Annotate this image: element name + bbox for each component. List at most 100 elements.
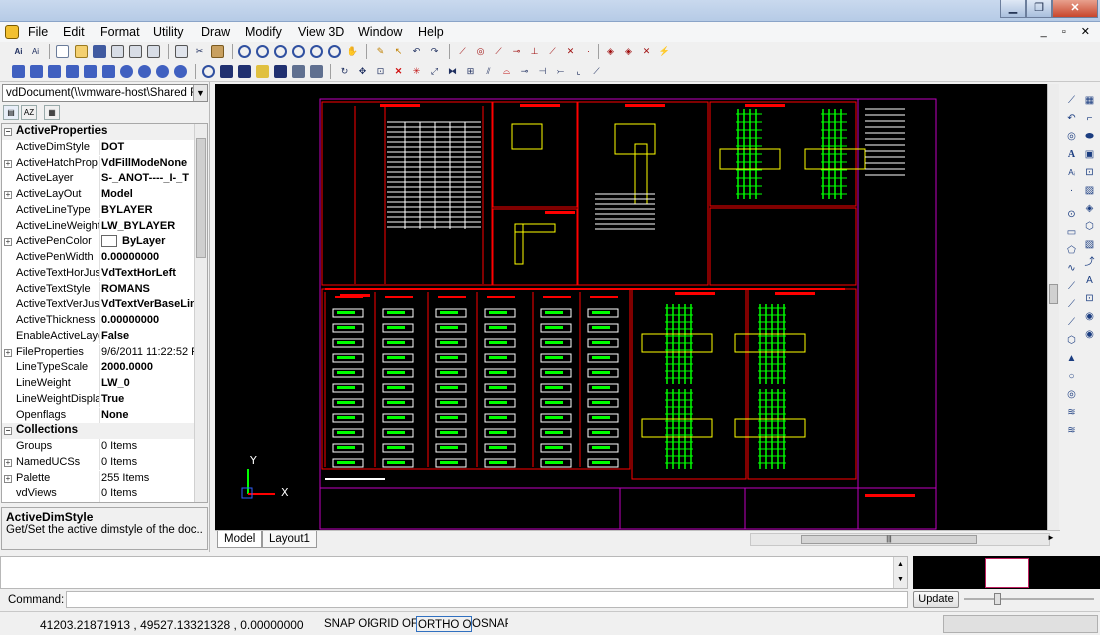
property-row[interactable]: + ActivePenColor ByLayer bbox=[2, 234, 195, 250]
property-value[interactable]: Model bbox=[101, 187, 195, 203]
property-row[interactable]: ActiveDimStyle DOT bbox=[2, 139, 195, 156]
scrollbar-thumb[interactable]: ||| bbox=[801, 535, 977, 544]
expand-icon[interactable]: + bbox=[4, 474, 12, 483]
rotate-icon[interactable]: ↻ bbox=[338, 65, 351, 78]
block-icon[interactable]: ▣ bbox=[1083, 148, 1096, 161]
wire-3d-icon[interactable] bbox=[310, 65, 323, 78]
categorized-icon[interactable]: ▤ bbox=[3, 105, 19, 120]
dimension-icon[interactable]: ⊡ bbox=[1083, 292, 1096, 305]
scale-icon[interactable]: ⤢ bbox=[428, 65, 441, 78]
property-value[interactable]: LW_BYLAYER bbox=[101, 219, 195, 235]
open-folder-icon[interactable] bbox=[75, 45, 88, 58]
property-value[interactable]: 0 Items bbox=[101, 486, 195, 502]
region-icon[interactable]: ◈ bbox=[1083, 202, 1096, 215]
image-icon[interactable]: ▧ bbox=[1083, 238, 1096, 251]
redo-icon[interactable]: ↷ bbox=[428, 45, 441, 58]
property-value[interactable]: 0.00000000 bbox=[101, 250, 195, 266]
mtext-icon[interactable]: Aᵢ bbox=[1065, 166, 1078, 179]
menu-help[interactable]: Help bbox=[418, 25, 444, 39]
alphabetical-icon[interactable]: AZ bbox=[21, 105, 37, 120]
copy-entity-icon[interactable]: ⊡ bbox=[374, 65, 387, 78]
rectangle-icon[interactable]: ▭ bbox=[1065, 226, 1078, 239]
snap-none-icon[interactable]: ⚡ bbox=[658, 45, 671, 58]
property-row[interactable]: vdViews 0 Items bbox=[2, 486, 195, 502]
surface-icon[interactable]: ≋ bbox=[1065, 406, 1078, 419]
scroll-right-icon[interactable]: ► bbox=[1047, 533, 1055, 542]
property-row[interactable]: ActiveThickness 0.00000000 bbox=[2, 313, 195, 329]
view-front-icon[interactable] bbox=[12, 65, 25, 78]
property-row[interactable]: EnableActiveLaye False bbox=[2, 328, 195, 345]
render-icon[interactable] bbox=[238, 65, 251, 78]
property-category[interactable]: − ActiveProperties bbox=[2, 124, 195, 140]
property-row[interactable]: ActiveLayer S-_ANOT----_I-_T bbox=[2, 171, 195, 187]
extend-icon[interactable]: ⊣ bbox=[536, 65, 549, 78]
snap-intersection-icon[interactable]: ✕ bbox=[564, 45, 577, 58]
stretch-icon[interactable]: ⌓ bbox=[500, 65, 513, 78]
menu-window[interactable]: Window bbox=[358, 25, 402, 39]
cad-drawing[interactable]: YX bbox=[215, 84, 1047, 530]
xline-icon[interactable]: ⟋ bbox=[1065, 298, 1078, 311]
document-selector[interactable]: vdDocument(\\vmware-host\Shared Fol ▼ bbox=[2, 84, 208, 102]
tab-model[interactable]: Model bbox=[217, 531, 263, 548]
property-value[interactable]: 0 Items bbox=[101, 455, 195, 471]
point-icon[interactable]: · bbox=[1065, 184, 1078, 197]
property-grid[interactable]: − ActiveProperties ActiveDimStyle DOT + Activ… bbox=[1, 123, 208, 503]
spline-icon[interactable]: ∿ bbox=[1065, 262, 1078, 275]
leader-icon[interactable]: ⤴ bbox=[1083, 256, 1096, 269]
app-icon[interactable] bbox=[5, 25, 19, 39]
property-row[interactable]: + ActiveHatchProp VdFillModeNone bbox=[2, 155, 195, 172]
minimize-button[interactable]: ▁ bbox=[1000, 0, 1026, 18]
command-history-scrollbar[interactable]: ▲ ▼ bbox=[893, 557, 907, 588]
snap-node-icon[interactable]: · bbox=[582, 45, 595, 58]
pointer-icon[interactable]: ↖ bbox=[392, 45, 405, 58]
match-properties-icon[interactable]: ✎ bbox=[374, 45, 387, 58]
menu-modify[interactable]: Modify bbox=[245, 25, 282, 39]
cut-icon[interactable]: ✂ bbox=[193, 45, 206, 58]
property-value[interactable]: VdTextHorLeft bbox=[101, 266, 195, 282]
plot-icon[interactable] bbox=[147, 45, 160, 58]
property-row[interactable]: ActiveTextHorJus VdTextHorLeft bbox=[2, 265, 195, 282]
property-value[interactable]: ByLayer bbox=[101, 234, 195, 250]
menu-format[interactable]: Format bbox=[100, 25, 140, 39]
property-row[interactable]: LineWeight LW_0 bbox=[2, 376, 195, 392]
view-iso-sw-icon[interactable] bbox=[120, 65, 133, 78]
property-row[interactable]: LineTypeScale 2000.0000 bbox=[2, 360, 195, 376]
sphere-icon[interactable]: ○ bbox=[1065, 370, 1078, 383]
property-row[interactable]: ActiveTextVerJus VdTextVerBaseLin bbox=[2, 297, 195, 313]
print-icon[interactable] bbox=[111, 45, 124, 58]
save-icon[interactable] bbox=[93, 45, 106, 58]
property-row[interactable]: + NamedUCSs 0 Items bbox=[2, 454, 195, 471]
property-value[interactable]: DOT bbox=[101, 140, 195, 156]
view-bottom-icon[interactable] bbox=[102, 65, 115, 78]
property-pages-icon[interactable]: ▦ bbox=[44, 105, 60, 120]
command-history[interactable]: ▲ ▼ bbox=[0, 556, 908, 589]
view-iso-se-icon[interactable] bbox=[138, 65, 151, 78]
snap-endpoint-icon[interactable]: ⟋ bbox=[456, 45, 469, 58]
view-iso-ne-icon[interactable] bbox=[156, 65, 169, 78]
property-row[interactable]: LineWeightDispla True bbox=[2, 391, 195, 408]
property-row[interactable]: + FileProperties 9/6/2011 11:22:52 F bbox=[2, 344, 195, 361]
table-icon[interactable]: ▦ bbox=[1083, 94, 1096, 107]
array-icon[interactable]: ⊞ bbox=[464, 65, 477, 78]
text-icon[interactable]: A bbox=[1065, 148, 1078, 161]
snap-center-icon[interactable]: ◎ bbox=[474, 45, 487, 58]
polygon-icon[interactable]: ⬠ bbox=[1065, 244, 1078, 257]
wipeout-icon[interactable]: ⬡ bbox=[1083, 220, 1096, 233]
scrollbar-thumb[interactable] bbox=[1049, 284, 1058, 304]
menu-utility[interactable]: Utility bbox=[153, 25, 184, 39]
slider-handle[interactable] bbox=[994, 593, 1001, 605]
close-button[interactable]: ✕ bbox=[1052, 0, 1098, 18]
menu-draw[interactable]: Draw bbox=[201, 25, 230, 39]
canvas-horizontal-scrollbar[interactable]: ||| bbox=[750, 533, 1050, 546]
view-top-icon[interactable] bbox=[84, 65, 97, 78]
wire-icon[interactable] bbox=[292, 65, 305, 78]
property-row[interactable]: ActiveTextStyle ROMANS bbox=[2, 281, 195, 298]
scrollbar-thumb[interactable] bbox=[196, 138, 206, 258]
view-left-icon[interactable] bbox=[48, 65, 61, 78]
menu-view3d[interactable]: View 3D bbox=[298, 25, 344, 39]
view-iso-nw-icon[interactable] bbox=[174, 65, 187, 78]
ortho-toggle[interactable]: ORTHO ON bbox=[416, 616, 472, 632]
expand-icon[interactable]: + bbox=[4, 458, 12, 467]
fillet-icon[interactable]: ⌞ bbox=[572, 65, 585, 78]
property-row[interactable]: + Palette 255 Items bbox=[2, 470, 195, 487]
